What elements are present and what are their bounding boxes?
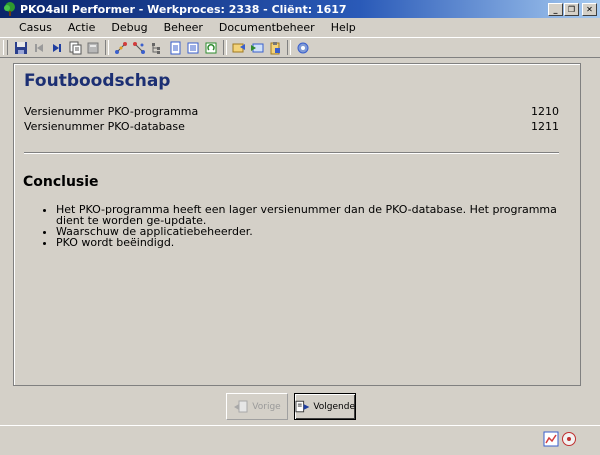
save-icon[interactable] xyxy=(12,39,30,57)
previous-button[interactable]: Vorige xyxy=(226,393,288,420)
status-bar xyxy=(0,425,600,455)
menu-help[interactable]: Help xyxy=(323,18,364,37)
settings-icon[interactable] xyxy=(294,39,312,57)
import-icon[interactable] xyxy=(248,39,266,57)
menu-actie[interactable]: Actie xyxy=(60,18,104,37)
toolbar-grip[interactable] xyxy=(3,40,8,55)
menu-documentbeheer[interactable]: Documentbeheer xyxy=(211,18,323,37)
next-icon xyxy=(295,400,310,412)
list-item: Het PKO-programma heeft een lager versie… xyxy=(56,204,586,226)
version-row-database: Versienummer PKO-database 1211 xyxy=(24,119,559,134)
toolbar-separator xyxy=(223,40,227,55)
toolbar xyxy=(0,37,600,58)
toolbar-separator xyxy=(105,40,109,55)
title-bar[interactable]: PKO4all Performer - Werkproces: 2338 - C… xyxy=(0,0,600,18)
version-value: 1211 xyxy=(531,120,559,133)
list-icon[interactable] xyxy=(184,39,202,57)
toolbar-separator xyxy=(287,40,291,55)
first-icon[interactable] xyxy=(30,39,48,57)
calculator-icon[interactable] xyxy=(84,39,102,57)
next-label: Volgende xyxy=(313,401,355,412)
branch-icon[interactable] xyxy=(112,39,130,57)
error-panel: Foutboodschap Versienummer PKO-programma… xyxy=(13,63,581,386)
cd-status-icon[interactable] xyxy=(561,431,577,447)
tree-icon[interactable] xyxy=(148,39,166,57)
version-label: Versienummer PKO-database xyxy=(24,120,185,133)
copy-icon[interactable] xyxy=(66,39,84,57)
conclusion-title: Conclusie xyxy=(23,174,99,190)
list-item: PKO wordt beëindigd. xyxy=(56,237,586,248)
close-button[interactable]: ✕ xyxy=(582,2,597,16)
version-value: 1210 xyxy=(531,105,559,118)
last-icon[interactable] xyxy=(48,39,66,57)
previous-icon xyxy=(234,400,248,412)
merge-icon[interactable] xyxy=(130,39,148,57)
conclusion-list: Het PKO-programma heeft een lager versie… xyxy=(28,204,586,248)
minimize-button[interactable]: _ xyxy=(548,2,563,16)
chart-status-icon[interactable] xyxy=(543,431,559,447)
menu-casus[interactable]: Casus xyxy=(0,18,60,37)
refresh-icon[interactable] xyxy=(202,39,220,57)
menu-bar: Casus Actie Debug Beheer Documentbeheer … xyxy=(0,18,600,37)
previous-label: Vorige xyxy=(252,401,281,412)
version-row-program: Versienummer PKO-programma 1210 xyxy=(24,104,559,119)
page-title: Foutboodschap xyxy=(24,71,171,91)
divider xyxy=(24,152,559,154)
menu-debug[interactable]: Debug xyxy=(103,18,155,37)
export-icon[interactable] xyxy=(230,39,248,57)
clipboard-icon[interactable] xyxy=(266,39,284,57)
tree-app-icon xyxy=(4,2,15,16)
document-icon[interactable] xyxy=(166,39,184,57)
next-button[interactable]: Volgende xyxy=(294,393,356,420)
window-title: PKO4all Performer - Werkproces: 2338 - C… xyxy=(20,2,347,16)
version-label: Versienummer PKO-programma xyxy=(24,105,199,118)
menu-beheer[interactable]: Beheer xyxy=(156,18,211,37)
restore-button[interactable]: ❐ xyxy=(564,2,579,16)
version-table: Versienummer PKO-programma 1210 Versienu… xyxy=(24,104,559,134)
